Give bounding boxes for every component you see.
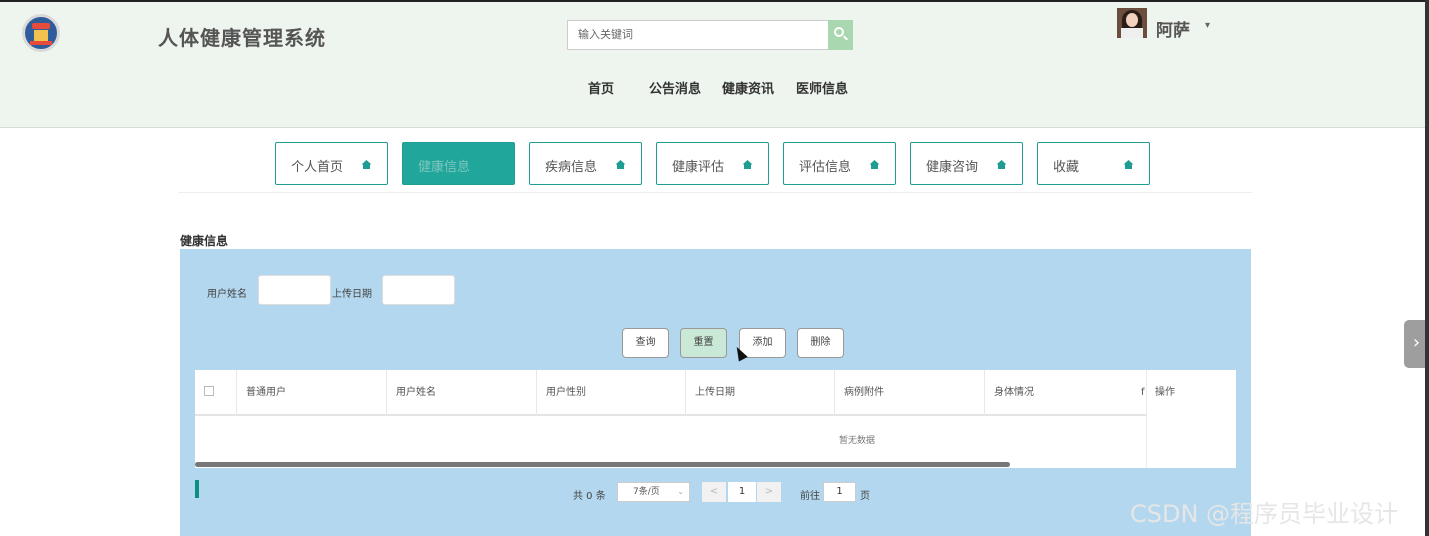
tab-label: 疾病信息 [545,160,598,175]
tab-health-consultation[interactable]: 健康咨询 [910,142,1023,185]
logo-roof-shape [32,23,50,29]
home-icon [742,160,753,169]
column-header[interactable]: 普通用户 [237,370,387,416]
table-header: 普通用户 用户姓名 用户性别 上传日期 病例附件 身体情况 f [195,370,1236,416]
section-title: 健康信息 [180,234,229,248]
page-size-select[interactable]: 7条/页 ⌄ [617,482,690,502]
delete-button[interactable]: 删除 [797,328,844,358]
tab-label: 健康信息 [418,160,471,175]
search-button[interactable] [828,20,853,50]
next-page-button[interactable]: > [757,482,781,502]
select-all-cell [195,370,237,416]
username[interactable]: 阿萨 [1156,16,1190,41]
search-input[interactable]: 输入关键词 [567,20,829,50]
avatar-face [1126,13,1138,27]
tab-label: 健康评估 [672,160,725,175]
truncated-column-header: f [1141,387,1145,398]
tab-disease-info[interactable]: 疾病信息 [529,142,642,185]
user-name-input[interactable] [258,275,331,305]
tab-divider [178,192,1252,193]
nav-home[interactable]: 首页 [588,78,614,97]
goto-page-input[interactable]: 1 [823,482,856,502]
pager-accent-bar [195,480,199,498]
page-unit-label: 页 [860,491,870,502]
upload-date-input[interactable] [382,275,455,305]
goto-label: 前往 [800,491,820,502]
chevron-down-icon: ⌄ [677,487,684,496]
column-header[interactable]: 身体情况 [985,370,1146,416]
avatar[interactable] [1117,8,1147,38]
horizontal-scrollbar[interactable] [195,462,1010,467]
home-icon [615,160,626,169]
pager-total: 共 0 条 [573,491,606,502]
nav-health-news[interactable]: 健康资讯 [722,78,774,97]
operation-column: 操作 [1146,370,1236,468]
search-box: 输入关键词 [567,20,853,50]
page-scrollbar[interactable] [1425,0,1429,536]
header: 人体健康管理系统 输入关键词 阿萨 ▾ 首页 公告消息 健康资讯 医师信息 [0,0,1429,128]
reset-button[interactable]: 重置 [680,328,727,358]
tab-label: 收藏 [1053,160,1080,175]
nav-doctor-info[interactable]: 医师信息 [796,78,848,97]
logo-base-shape [30,41,52,45]
column-header[interactable]: 用户姓名 [387,370,537,416]
prev-page-button[interactable]: < [702,482,726,502]
tab-health-assessment[interactable]: 健康评估 [656,142,769,185]
column-header[interactable]: 用户性别 [537,370,686,416]
home-icon [996,160,1007,169]
tab-favorites[interactable]: 收藏 [1037,142,1150,185]
user-name-label: 用户姓名 [207,289,247,300]
tab-label: 个人首页 [291,160,344,175]
page-size-value: 7条/页 [633,487,660,497]
avatar-shirt [1121,28,1143,38]
tab-label: 评估信息 [799,160,852,175]
upload-date-label: 上传日期 [332,289,372,300]
tab-label: 健康咨询 [926,160,979,175]
column-header[interactable]: 上传日期 [686,370,835,416]
site-title: 人体健康管理系统 [158,26,326,50]
tab-personal-home[interactable]: 个人首页 [275,142,388,185]
chevron-down-icon[interactable]: ▾ [1205,20,1210,31]
tab-health-info[interactable]: 健康信息 [402,142,515,185]
column-header[interactable]: 病例附件 [835,370,985,416]
watermark: CSDN @程序员毕业设计 [1130,500,1399,528]
current-page-number[interactable]: 1 [728,482,756,502]
operation-column-header: 操作 [1155,387,1175,398]
query-button[interactable]: 查询 [622,328,669,358]
home-icon [1123,160,1134,169]
site-logo[interactable] [22,14,60,52]
nav-announcements[interactable]: 公告消息 [649,78,701,97]
empty-state: 暂无数据 [839,436,876,446]
home-icon [361,160,372,169]
home-icon [869,160,880,169]
select-all-checkbox[interactable] [204,386,214,396]
data-table: 普通用户 用户姓名 用户性别 上传日期 病例附件 身体情况 f 暂无数据 操作 [195,370,1236,468]
search-icon-handle [843,35,848,41]
tab-assessment-info[interactable]: 评估信息 [783,142,896,185]
